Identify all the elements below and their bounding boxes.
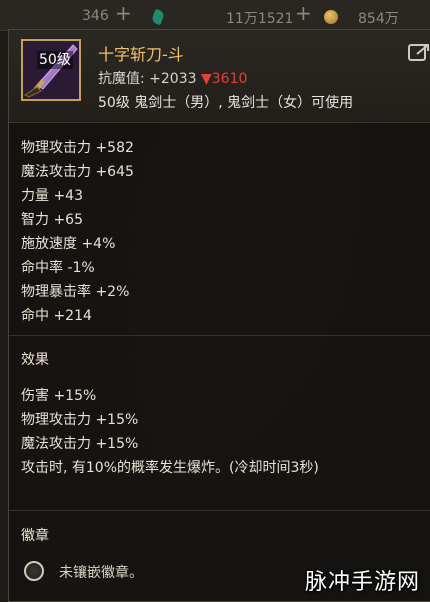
resist-compare-value: 3610	[211, 71, 248, 87]
share-icon[interactable]	[408, 42, 430, 62]
effects-title: 效果	[21, 352, 49, 368]
resist-down-arrow-icon: ▼	[200, 71, 212, 87]
stat-line: 物理暴击率 +2%	[21, 284, 130, 300]
usable-classes: 50级 鬼剑士（男）, 鬼剑士（女）可使用	[98, 95, 354, 111]
stat-line: 智力 +65	[21, 212, 83, 228]
add-currency-1-button[interactable]: +	[115, 3, 132, 23]
stat-line: 命中 +214	[21, 308, 92, 324]
effect-line: 物理攻击力 +15%	[21, 412, 139, 428]
effect-line: 攻击时, 有10%的概率发生爆炸。(冷却时间3秒)	[21, 460, 319, 476]
item-tooltip: 50级 十字斩刀-斗 抗魔值: +2033 ▼3610 50级 鬼剑士（男）, …	[8, 29, 430, 602]
emblem-slot-icon	[24, 561, 44, 581]
divider	[9, 335, 430, 336]
item-icon-frame[interactable]: 50级	[21, 39, 81, 101]
resist-value: 抗魔值: +2033 ▼3610	[98, 68, 247, 88]
emblem-slot-text: 未镶嵌徽章。	[59, 565, 143, 581]
katana-icon	[23, 41, 79, 99]
stat-line: 魔法攻击力 +645	[21, 164, 134, 180]
currency-amount-2: 11万1521	[226, 11, 294, 27]
effect-line: 魔法攻击力 +15%	[21, 436, 139, 452]
currency-amount-1: 346	[82, 8, 109, 24]
stat-line: 施放速度 +4%	[21, 236, 116, 252]
item-header: 50级 十字斩刀-斗 抗魔值: +2033 ▼3610 50级 鬼剑士（男）, …	[9, 30, 430, 123]
stat-line: 命中率 -1%	[21, 260, 95, 276]
effects-list: 伤害 +15% 物理攻击力 +15% 魔法攻击力 +15% 攻击时, 有10%的…	[21, 384, 319, 480]
currency-amount-3: 854万	[358, 11, 399, 27]
coin-icon	[324, 10, 338, 24]
currency-bar: 346 + 11万1521 + 854万	[0, 0, 430, 31]
effect-line: 伤害 +15%	[21, 388, 97, 404]
watermark: 脉冲手游网	[304, 570, 420, 595]
add-currency-2-button[interactable]: +	[295, 3, 312, 23]
item-name: 十字斩刀-斗	[98, 45, 184, 64]
stat-list: 物理攻击力 +582 魔法攻击力 +645 力量 +43 智力 +65 施放速度…	[21, 136, 134, 328]
divider	[9, 510, 430, 511]
gem-icon	[150, 8, 166, 26]
emblem-title: 徽章	[21, 528, 49, 544]
item-level-badge: 50级	[37, 51, 73, 69]
stat-line: 物理攻击力 +582	[21, 140, 134, 156]
resist-label: 抗魔值: +2033	[98, 71, 197, 87]
stat-line: 力量 +43	[21, 188, 83, 204]
